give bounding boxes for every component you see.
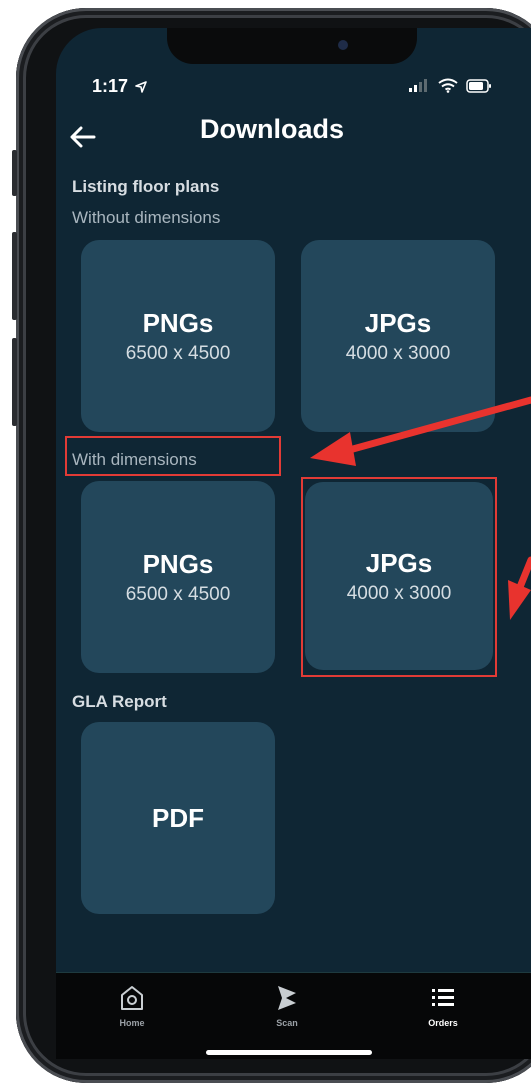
tab-home[interactable]: Home (92, 984, 172, 1028)
section-title-gla-report: GLA Report (72, 692, 167, 711)
cellular-signal-icon (409, 78, 427, 92)
download-tile-pdf[interactable]: PDF (81, 722, 275, 914)
scan-icon (278, 986, 296, 1010)
tile-title: PNGs (142, 307, 214, 338)
status-icons (408, 78, 492, 93)
download-tile-pngs-with-dimensions[interactable]: PNGs 6500 x 4500 (81, 481, 275, 673)
tile-resolution: 4000 x 3000 (345, 342, 451, 364)
highlight-box-jpgs-with-dimensions (301, 477, 497, 677)
tab-label: Home (119, 1018, 145, 1028)
tile-resolution: 6500 x 4500 (125, 342, 231, 364)
tab-scan[interactable]: Scan (247, 984, 327, 1028)
front-camera (338, 40, 348, 50)
arrow-left-icon (70, 126, 96, 148)
annotation-arrow-jpgs (508, 556, 531, 620)
tab-orders[interactable]: Orders (403, 984, 483, 1028)
phone-volume-down (12, 338, 17, 426)
section-title-listing-floor-plans: Listing floor plans (72, 177, 220, 196)
phone-volume-up (12, 232, 17, 320)
home-indicator (206, 1050, 372, 1055)
status-time: 1:17 (92, 76, 147, 97)
tile-title: PNGs (142, 548, 214, 579)
list-icon (432, 989, 454, 1006)
download-tile-pngs-without-dimensions[interactable]: PNGs 6500 x 4500 (81, 240, 275, 432)
page-title: Downloads (200, 114, 345, 144)
tab-label: Scan (276, 1018, 298, 1028)
back-button[interactable] (66, 120, 100, 154)
phone-silent-switch (12, 150, 17, 196)
tile-title: JPGs (364, 307, 432, 338)
battery-icon (466, 78, 491, 93)
tab-label: Orders (428, 1018, 458, 1028)
notch (167, 28, 417, 64)
tile-resolution: 6500 x 4500 (125, 583, 231, 605)
tile-title: PDF (152, 802, 204, 833)
annotation-arrow-with-dimensions (310, 396, 531, 466)
home-icon (121, 986, 143, 1010)
highlight-box-with-dimensions (65, 436, 281, 476)
location-arrow-icon (135, 81, 147, 94)
wifi-icon (438, 78, 458, 93)
section-subtitle-without-dimensions: Without dimensions (72, 208, 221, 227)
